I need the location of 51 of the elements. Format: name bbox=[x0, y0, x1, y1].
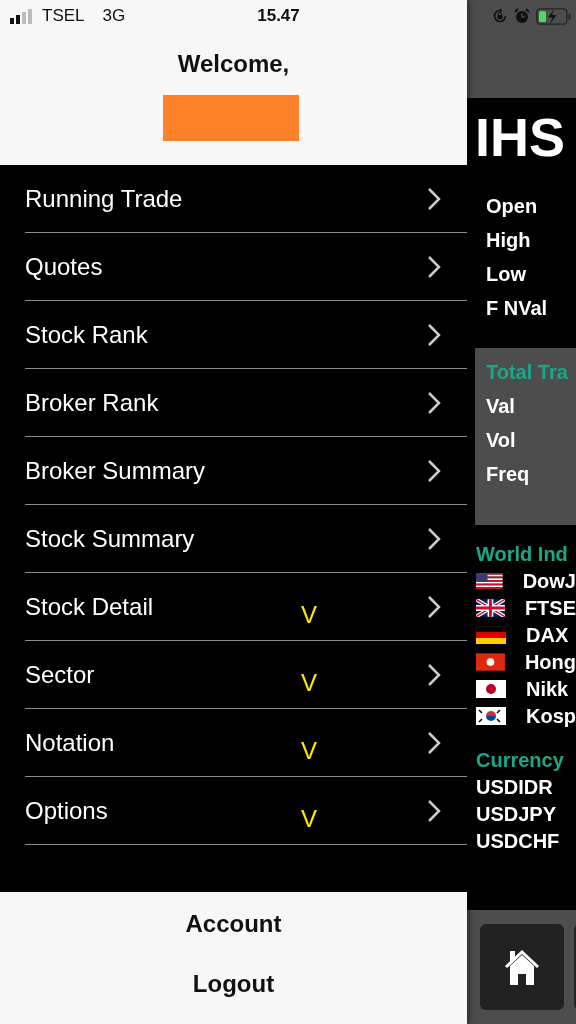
chevron-right-icon bbox=[427, 798, 441, 823]
index-title: IHS bbox=[475, 110, 567, 164]
flag-icon bbox=[476, 599, 505, 617]
stat-label: High bbox=[486, 228, 532, 252]
stat-label: F NVal bbox=[486, 296, 549, 320]
logout-button[interactable]: Logout bbox=[192, 970, 275, 998]
flag-icon bbox=[476, 680, 506, 698]
check-mark: V bbox=[301, 667, 317, 697]
chevron-right-icon bbox=[427, 458, 441, 483]
stat-label: Val bbox=[486, 394, 516, 418]
stat-label: Low bbox=[486, 262, 527, 286]
network-type: 3G bbox=[102, 6, 126, 26]
check-mark: V bbox=[301, 803, 317, 833]
flag-icon bbox=[476, 626, 506, 644]
index-name: DAX bbox=[526, 623, 569, 647]
section-title: Total Tra bbox=[486, 360, 569, 384]
welcome-heading: Welcome, bbox=[177, 50, 290, 78]
index-name: FTSE bbox=[524, 596, 576, 620]
stat-label: Vol bbox=[486, 428, 517, 452]
home-button[interactable] bbox=[480, 924, 564, 1010]
check-mark: V bbox=[301, 735, 317, 765]
index-name: Hong bbox=[524, 650, 576, 674]
stat-label: Freq bbox=[486, 462, 531, 486]
index-name: Nikk bbox=[526, 677, 569, 701]
chevron-right-icon bbox=[427, 186, 441, 211]
check-mark: V bbox=[301, 599, 317, 629]
currency-pair: USDIDR bbox=[476, 775, 554, 799]
flag-icon bbox=[476, 572, 503, 590]
flag-icon bbox=[476, 707, 506, 725]
chevron-right-icon bbox=[427, 730, 441, 755]
index-name: DowJ bbox=[522, 569, 576, 593]
battery-charging-icon bbox=[536, 7, 572, 25]
chevron-right-icon bbox=[427, 254, 441, 279]
clock-time: 15.47 bbox=[257, 6, 300, 26]
currency-pair: USDCHF bbox=[476, 829, 561, 853]
index-name: Kosp bbox=[526, 704, 576, 728]
chevron-right-icon bbox=[427, 662, 441, 687]
section-title: Currency bbox=[476, 748, 565, 772]
flag-icon bbox=[476, 653, 505, 671]
alarm-icon bbox=[514, 8, 530, 24]
chevron-right-icon bbox=[427, 322, 441, 347]
home-icon bbox=[502, 947, 542, 987]
chevron-right-icon bbox=[427, 594, 441, 619]
chevron-right-icon bbox=[427, 526, 441, 551]
currency-pair: USDJPY bbox=[476, 802, 558, 826]
rotation-lock-icon bbox=[492, 8, 508, 24]
carrier-name: TSEL bbox=[42, 6, 85, 26]
stat-label: Open bbox=[486, 194, 539, 218]
account-button[interactable]: Account bbox=[185, 910, 282, 938]
chevron-right-icon bbox=[427, 390, 441, 415]
section-title: World Ind bbox=[476, 542, 569, 566]
